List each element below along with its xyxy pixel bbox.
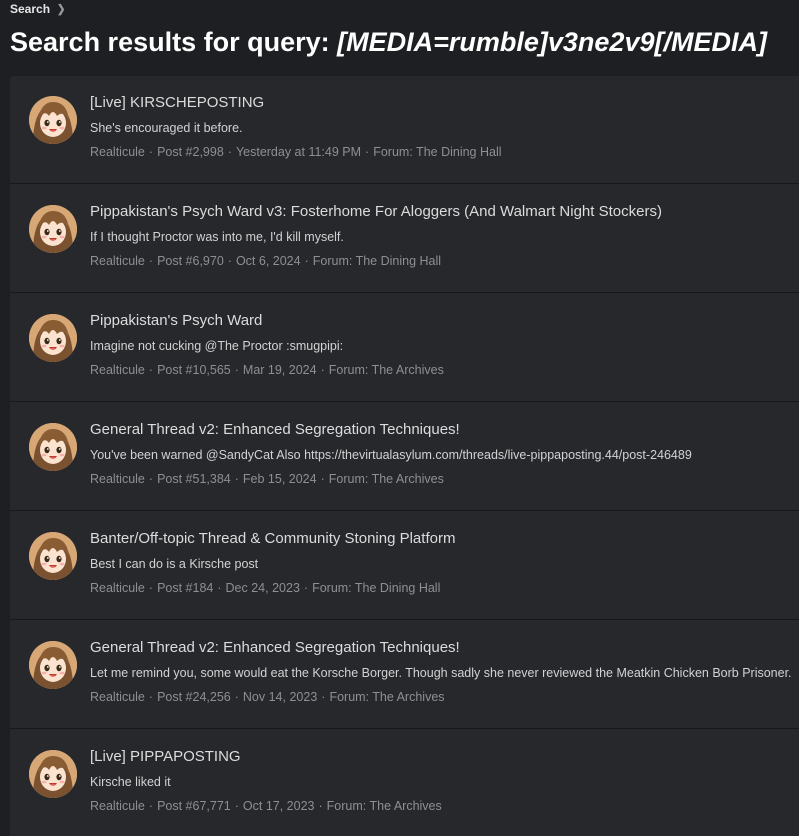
- result-meta: Realticule · Post #24,256 · Nov 14, 2023 · For…: [90, 688, 445, 706]
- result-title-link[interactable]: General Thread v2: Enhanced Segregation …: [90, 420, 460, 440]
- avatar-image: [29, 750, 77, 798]
- meta-separator: ·: [148, 254, 154, 268]
- meta-separator: ·: [148, 145, 154, 159]
- result-snippet: If I thought Proctor was into me, I'd ki…: [90, 230, 344, 244]
- result-meta: Realticule · Post #2,998 · Yesterday at 11:4…: [90, 143, 502, 161]
- result-title-link[interactable]: Banter/Off-topic Thread & Community Ston…: [90, 529, 455, 549]
- result-post-number: Post #6,970: [157, 254, 224, 268]
- result-meta: Realticule · Post #10,565 · Mar 19, 2024 · For…: [90, 361, 444, 379]
- meta-separator: ·: [321, 690, 326, 704]
- search-results-list: [Live] KIRSCHEPOSTING She's encouraged i…: [10, 76, 799, 836]
- meta-separator: ·: [148, 799, 154, 813]
- avatar[interactable]: [29, 532, 77, 580]
- result-snippet: Kirsche liked it: [90, 775, 171, 789]
- meta-separator: ·: [234, 799, 239, 813]
- meta-separator: ·: [227, 145, 232, 159]
- avatar[interactable]: [29, 314, 77, 362]
- result-author-link[interactable]: Realticule: [90, 145, 145, 159]
- avatar[interactable]: [29, 96, 77, 144]
- chevron-right-icon: ❯: [57, 2, 66, 16]
- search-result: Banter/Off-topic Thread & Community Ston…: [10, 512, 799, 620]
- avatar[interactable]: [29, 750, 77, 798]
- result-snippet: Best I can do is a Kirsche post: [90, 557, 259, 571]
- result-author-link[interactable]: Realticule: [90, 799, 145, 813]
- result-post-number: Post #24,256: [157, 690, 231, 704]
- result-meta: Realticule · Post #51,384 · Feb 15, 2024 · For…: [90, 470, 444, 488]
- result-title-link[interactable]: Pippakistan's Psych Ward v3: Fosterhome …: [90, 202, 662, 222]
- avatar-image: [29, 205, 77, 253]
- result-snippet: Imagine not cucking @The Proctor :smugpi…: [90, 339, 344, 353]
- search-result: [Live] PIPPAPOSTING Kirsche liked it Rea…: [10, 730, 799, 836]
- meta-separator: ·: [234, 363, 239, 377]
- result-meta: Realticule · Post #67,771 · Oct 17, 2023 · For…: [90, 797, 442, 815]
- result-post-number: Post #67,771: [157, 799, 231, 813]
- result-date: Nov 14, 2023: [242, 690, 318, 704]
- result-post-number: Post #51,384: [157, 472, 231, 486]
- result-forum-link[interactable]: Forum: The Archives: [329, 690, 444, 704]
- result-date: Dec 24, 2023: [225, 581, 300, 595]
- meta-separator: ·: [234, 690, 239, 704]
- result-title-link[interactable]: [Live] KIRSCHEPOSTING: [90, 93, 264, 113]
- meta-separator: ·: [148, 472, 154, 486]
- result-snippet: You've been warned @SandyCat Also https:…: [90, 448, 692, 462]
- avatar-image: [29, 96, 77, 144]
- meta-separator: ·: [234, 472, 239, 486]
- result-snippet: Let me remind you, some would eat the Ko…: [90, 666, 792, 680]
- meta-separator: ·: [148, 363, 154, 377]
- avatar-image: [29, 314, 77, 362]
- result-author-link[interactable]: Realticule: [90, 254, 145, 268]
- avatar-image: [29, 532, 77, 580]
- avatar-image: [29, 641, 77, 689]
- meta-separator: ·: [318, 799, 323, 813]
- result-date: Oct 6, 2024: [235, 254, 301, 268]
- result-forum-link[interactable]: Forum: The Archives: [327, 799, 442, 813]
- meta-separator: ·: [148, 690, 154, 704]
- meta-separator: ·: [148, 581, 154, 595]
- result-title-link[interactable]: [Live] PIPPAPOSTING: [90, 747, 241, 767]
- avatar[interactable]: [29, 641, 77, 689]
- result-title-link[interactable]: Pippakistan's Psych Ward: [90, 311, 262, 331]
- result-post-number: Post #10,565: [157, 363, 231, 377]
- result-author-link[interactable]: Realticule: [90, 363, 145, 377]
- result-date: Feb 15, 2024: [242, 472, 317, 486]
- meta-separator: ·: [304, 254, 309, 268]
- result-forum-link[interactable]: Forum: The Dining Hall: [312, 581, 440, 595]
- result-post-number: Post #2,998: [157, 145, 224, 159]
- meta-separator: ·: [227, 254, 232, 268]
- result-forum-link[interactable]: Forum: The Archives: [329, 472, 444, 486]
- avatar-image: [29, 423, 77, 471]
- result-author-link[interactable]: Realticule: [90, 690, 145, 704]
- result-date: Mar 19, 2024: [242, 363, 317, 377]
- meta-separator: ·: [320, 363, 325, 377]
- search-query: [MEDIA=rumble]v3ne2v9[/MEDIA]: [337, 27, 767, 57]
- search-result: Pippakistan's Psych Ward v3: Fosterhome …: [10, 185, 799, 293]
- result-author-link[interactable]: Realticule: [90, 581, 145, 595]
- page-title: Search results for query: [MEDIA=rumble]…: [10, 24, 767, 60]
- avatar[interactable]: [29, 205, 77, 253]
- result-forum-link[interactable]: Forum: The Dining Hall: [313, 254, 441, 268]
- result-author-link[interactable]: Realticule: [90, 472, 145, 486]
- result-forum-link[interactable]: Forum: The Archives: [329, 363, 444, 377]
- meta-separator: ·: [303, 581, 309, 595]
- breadcrumb-search-link[interactable]: Search: [10, 2, 50, 16]
- breadcrumb: Search ❯: [10, 2, 65, 16]
- result-meta: Realticule · Post #6,970 · Oct 6, 2024 · Forum…: [90, 252, 441, 270]
- avatar[interactable]: [29, 423, 77, 471]
- search-result: General Thread v2: Enhanced Segregation …: [10, 403, 799, 511]
- page-title-prefix: Search results for query:: [10, 27, 338, 57]
- result-date: Yesterday at 11:49 PM: [235, 145, 362, 159]
- search-result: [Live] KIRSCHEPOSTING She's encouraged i…: [10, 76, 799, 184]
- meta-separator: ·: [365, 145, 370, 159]
- result-snippet: She's encouraged it before.: [90, 121, 243, 135]
- meta-separator: ·: [320, 472, 325, 486]
- result-meta: Realticule · Post #184 · Dec 24, 2023 · Forum:…: [90, 579, 440, 597]
- result-post-number: Post #184: [157, 581, 214, 595]
- meta-separator: ·: [217, 581, 222, 595]
- result-title-link[interactable]: General Thread v2: Enhanced Segregation …: [90, 638, 460, 658]
- search-result: General Thread v2: Enhanced Segregation …: [10, 621, 799, 729]
- search-result: Pippakistan's Psych Ward Imagine not cuc…: [10, 294, 799, 402]
- result-date: Oct 17, 2023: [242, 799, 315, 813]
- result-forum-link[interactable]: Forum: The Dining Hall: [373, 145, 501, 159]
